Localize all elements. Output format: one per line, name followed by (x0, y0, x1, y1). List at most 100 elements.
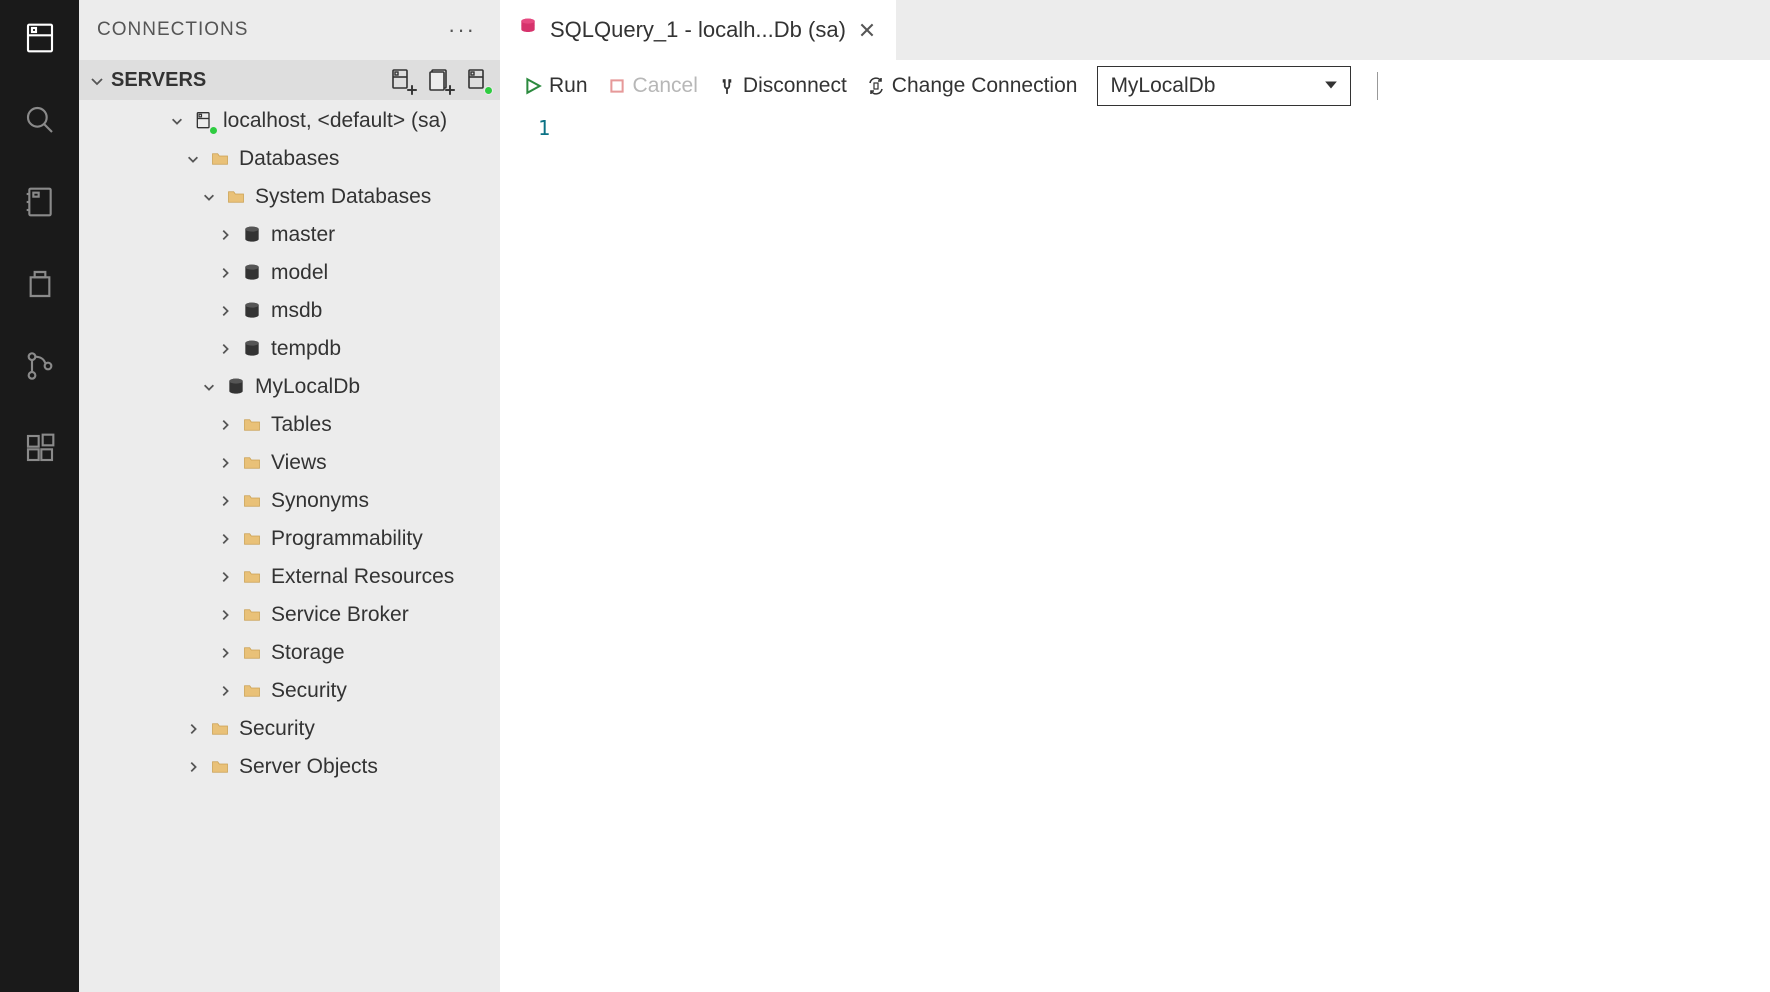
tree-folder-programmability[interactable]: Programmability (79, 520, 500, 558)
new-connection-icon[interactable] (390, 68, 414, 92)
status-dot-icon (484, 86, 493, 95)
connections-panel: CONNECTIONS ··· SERVERS (79, 0, 500, 992)
tree-databases-folder[interactable]: Databases (79, 140, 500, 178)
chevron-right-icon[interactable] (217, 493, 233, 509)
activity-source-control-icon[interactable] (20, 346, 60, 386)
change-connection-label: Change Connection (892, 74, 1078, 98)
tree-node-label: Synonyms (271, 489, 369, 513)
chevron-right-icon[interactable] (185, 759, 201, 775)
activity-notebooks-icon[interactable] (20, 182, 60, 222)
chevron-right-icon[interactable] (217, 341, 233, 357)
tree-node-label: master (271, 223, 335, 247)
cancel-label: Cancel (633, 74, 698, 98)
activity-search-icon[interactable] (20, 100, 60, 140)
tree-folder-server-security[interactable]: Security (79, 710, 500, 748)
chevron-right-icon[interactable] (217, 455, 233, 471)
line-gutter: 1 (500, 112, 562, 992)
chevron-right-icon[interactable] (217, 227, 233, 243)
activity-extensions-icon[interactable] (20, 428, 60, 468)
code-editor[interactable]: 1 (500, 112, 1770, 992)
tree-node-label: tempdb (271, 337, 341, 361)
status-dot-icon (209, 126, 218, 135)
servers-section-header[interactable]: SERVERS (79, 60, 500, 100)
tree-server-node[interactable]: localhost, <default> (sa) (79, 102, 500, 140)
code-body[interactable] (562, 112, 1770, 992)
tree-db-tempdb[interactable]: tempdb (79, 330, 500, 368)
tree-node-label: Security (239, 717, 315, 741)
editor-tabs-bar: SQLQuery_1 - localh...Db (sa) (500, 0, 1770, 60)
run-button[interactable]: Run (524, 74, 588, 98)
toolbar-divider (1377, 72, 1378, 100)
tree-folder-server-objects[interactable]: Server Objects (79, 748, 500, 786)
tree-db-model[interactable]: model (79, 254, 500, 292)
cancel-button: Cancel (608, 74, 698, 98)
chevron-right-icon[interactable] (217, 645, 233, 661)
folder-icon (241, 642, 263, 664)
chevron-down-icon[interactable] (201, 189, 217, 205)
database-icon (241, 262, 263, 284)
chevron-right-icon[interactable] (217, 607, 233, 623)
database-icon (241, 224, 263, 246)
tree-folder-db-security[interactable]: Security (79, 672, 500, 710)
server-icon (193, 110, 215, 132)
tree-system-databases-folder[interactable]: System Databases (79, 178, 500, 216)
tree-folder-external-resources[interactable]: External Resources (79, 558, 500, 596)
tree-node-label: Server Objects (239, 755, 378, 779)
database-icon (225, 376, 247, 398)
tree-db-master[interactable]: master (79, 216, 500, 254)
chevron-down-icon[interactable] (169, 113, 185, 129)
editor-tab-sqlquery1[interactable]: SQLQuery_1 - localh...Db (sa) (500, 0, 897, 60)
folder-icon (241, 680, 263, 702)
folder-icon (241, 414, 263, 436)
folder-icon (225, 186, 247, 208)
tree-node-label: Programmability (271, 527, 423, 551)
close-icon[interactable] (858, 21, 876, 39)
tree-folder-service-broker[interactable]: Service Broker (79, 596, 500, 634)
chevron-right-icon[interactable] (217, 683, 233, 699)
tree-folder-tables[interactable]: Tables (79, 406, 500, 444)
tree-node-label: localhost, <default> (sa) (223, 109, 447, 133)
activity-bar (0, 0, 79, 992)
editor-line-1[interactable] (562, 116, 1770, 142)
active-connections-icon[interactable] (466, 68, 490, 92)
folder-icon (241, 490, 263, 512)
disconnect-button[interactable]: Disconnect (718, 74, 847, 98)
caret-down-icon (1324, 74, 1338, 98)
tree-folder-storage[interactable]: Storage (79, 634, 500, 672)
panel-more-icon[interactable]: ··· (448, 17, 482, 43)
folder-icon (241, 604, 263, 626)
tree-folder-views[interactable]: Views (79, 444, 500, 482)
activity-connections-icon[interactable] (20, 18, 60, 58)
chevron-right-icon[interactable] (217, 531, 233, 547)
tree-node-label: System Databases (255, 185, 431, 209)
tree-node-label: External Resources (271, 565, 454, 589)
folder-icon (241, 566, 263, 588)
activity-explorer-icon[interactable] (20, 264, 60, 304)
chevron-right-icon[interactable] (217, 303, 233, 319)
folder-icon (209, 756, 231, 778)
disconnect-label: Disconnect (743, 74, 847, 98)
tree-node-label: Databases (239, 147, 339, 171)
query-toolbar: Run Cancel Disconnect Change Connection … (500, 60, 1770, 112)
change-connection-button[interactable]: Change Connection (867, 74, 1078, 98)
chevron-right-icon[interactable] (217, 265, 233, 281)
chevron-right-icon[interactable] (185, 721, 201, 737)
folder-icon (241, 528, 263, 550)
servers-section-actions (390, 68, 490, 92)
chevron-right-icon[interactable] (217, 417, 233, 433)
tree-node-label: Views (271, 451, 327, 475)
tree-node-label: Tables (271, 413, 332, 437)
new-group-icon[interactable] (428, 68, 452, 92)
tree-node-label: Service Broker (271, 603, 409, 627)
tree-node-label: model (271, 261, 328, 285)
tree-folder-synonyms[interactable]: Synonyms (79, 482, 500, 520)
chevron-down-icon[interactable] (185, 151, 201, 167)
tree-node-label: msdb (271, 299, 322, 323)
panel-title-bar: CONNECTIONS ··· (79, 0, 500, 60)
line-number: 1 (500, 116, 550, 140)
database-select[interactable]: MyLocalDb (1097, 66, 1351, 106)
tree-db-mylocaldb[interactable]: MyLocalDb (79, 368, 500, 406)
chevron-down-icon[interactable] (201, 379, 217, 395)
tree-db-msdb[interactable]: msdb (79, 292, 500, 330)
chevron-right-icon[interactable] (217, 569, 233, 585)
